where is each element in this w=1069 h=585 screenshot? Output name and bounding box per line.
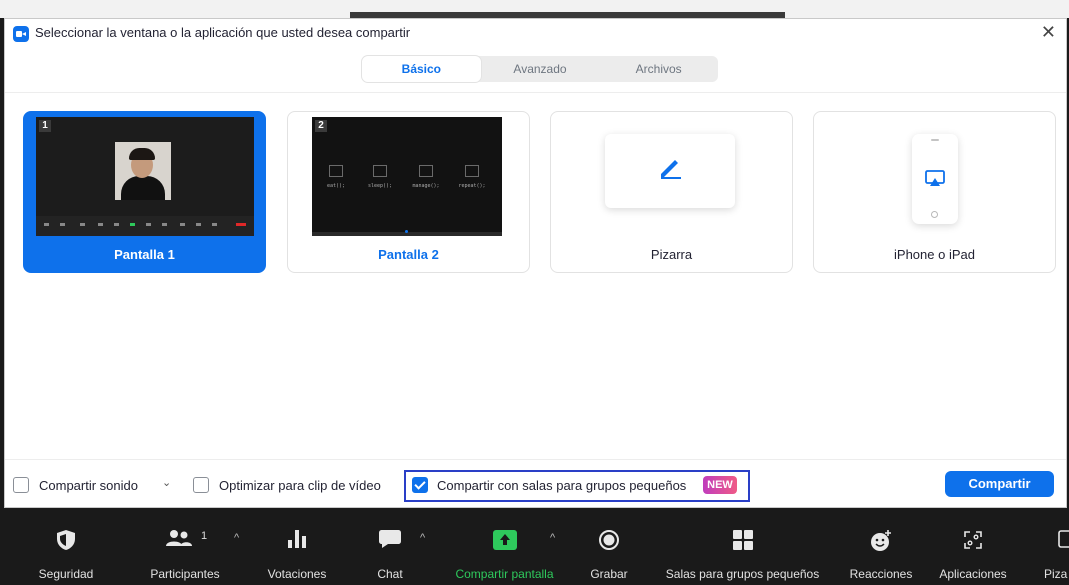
apps-button[interactable]: Aplicaciones [928,510,1018,585]
share-breakout-checkbox[interactable] [412,477,428,493]
share-option-pizarra[interactable]: Pizarra [550,111,793,273]
share-breakout-label[interactable]: Compartir con salas para grupos pequeños [437,478,686,493]
background-window-strip [0,0,1069,18]
polls-button[interactable]: Votaciones [252,510,342,585]
toolbar-label: Seguridad [38,567,94,581]
tab-archivos[interactable]: Archivos [599,56,718,82]
divider [5,92,1066,93]
screen-number: 2 [315,120,327,132]
new-badge: NEW [703,476,737,494]
share-option-pantalla-2[interactable]: 2 eat(); sleep(); manage(); repeat(); Pa… [287,111,530,273]
toolbar-label: Aplicaciones [939,567,1007,581]
shield-icon [57,530,75,550]
card-label: iPhone o iPad [894,247,975,262]
share-tabs: Básico Avanzado Archivos [362,56,718,82]
toolbar-label: Piza [1044,567,1068,581]
record-button[interactable]: Grabar [580,510,638,585]
dialog-title: Seleccionar la ventana o la aplicación q… [35,25,411,40]
card-label: Pantalla 1 [114,247,175,262]
card-label: Pantalla 2 [378,247,439,262]
airplay-icon [925,170,945,186]
screen-2-preview: 2 eat(); sleep(); manage(); repeat(); [312,117,502,236]
share-sound-checkbox[interactable] [13,477,29,493]
participants-icon [166,530,192,546]
optimize-video-label[interactable]: Optimizar para clip de vídeo [219,478,381,493]
polls-icon [288,530,306,548]
share-screen-icon [492,530,517,550]
share-button[interactable]: Compartir [945,471,1054,497]
whiteboard-button[interactable]: Piza [1036,510,1069,585]
toolbar-label: Chat [377,567,403,581]
toolbar-label: Participantes [150,567,220,581]
divider [5,459,1066,460]
close-icon[interactable]: ✕ [1041,22,1056,42]
toolbar-label: Compartir pantalla [455,567,554,581]
share-option-iphone-ipad[interactable]: iPhone o iPad [813,111,1056,273]
pencil-icon [661,160,681,179]
reactions-icon [871,530,891,551]
whiteboard-icon [1058,530,1069,548]
dialog-titlebar: Seleccionar la ventana o la aplicación q… [5,19,1066,47]
zoom-app-icon [13,26,29,42]
card-label: Pizarra [650,247,693,262]
toolbar-label: Reacciones [849,567,913,581]
participants-button[interactable]: 1 Participantes [135,510,235,585]
code-item-eat: eat(); [318,165,354,189]
breakout-rooms-button[interactable]: Salas para grupos pequeños [645,510,840,585]
participant-count: 1 [201,530,208,542]
chat-icon [379,530,401,548]
optimize-video-checkbox[interactable] [193,477,209,493]
security-button[interactable]: Seguridad [22,510,110,585]
share-caret-icon[interactable]: ^ [550,532,555,544]
screen-1-preview: 1 [36,117,254,236]
tab-basico[interactable]: Básico [362,56,481,82]
phone-preview [912,134,958,224]
reactions-button[interactable]: Reacciones [845,510,917,585]
toolbar-label: Votaciones [267,567,327,581]
apps-icon [964,531,982,549]
share-option-pantalla-1[interactable]: 1 Pantalla 1 [23,111,266,273]
code-item-sleep: sleep(); [362,165,398,189]
participant-video-thumbnail [115,142,171,200]
participants-caret-icon[interactable]: ^ [234,532,239,544]
screen-number: 1 [39,120,51,132]
code-item-repeat: repeat(); [454,165,490,189]
toolbar-label: Grabar [590,567,628,581]
chat-caret-icon[interactable]: ^ [420,532,425,544]
tab-avanzado[interactable]: Avanzado [481,56,600,82]
share-dialog: Seleccionar la ventana o la aplicación q… [4,18,1067,508]
share-options-row: Compartir sonido ⌄ Optimizar para clip d… [5,467,1066,503]
chevron-down-icon[interactable]: ⌄ [162,476,171,489]
meeting-toolbar: Seguridad 1 Participantes ^ Votaciones C… [0,510,1069,585]
record-icon [599,530,619,550]
toolbar-label: Salas para grupos pequeños [665,567,820,581]
mini-meeting-toolbar [36,216,254,236]
share-screen-button[interactable]: Compartir pantalla [442,510,567,585]
share-sound-label[interactable]: Compartir sonido [39,478,138,493]
whiteboard-preview [605,134,735,208]
chat-button[interactable]: Chat [360,510,420,585]
breakout-rooms-icon [732,530,753,550]
code-item-manage: manage(); [408,165,444,189]
